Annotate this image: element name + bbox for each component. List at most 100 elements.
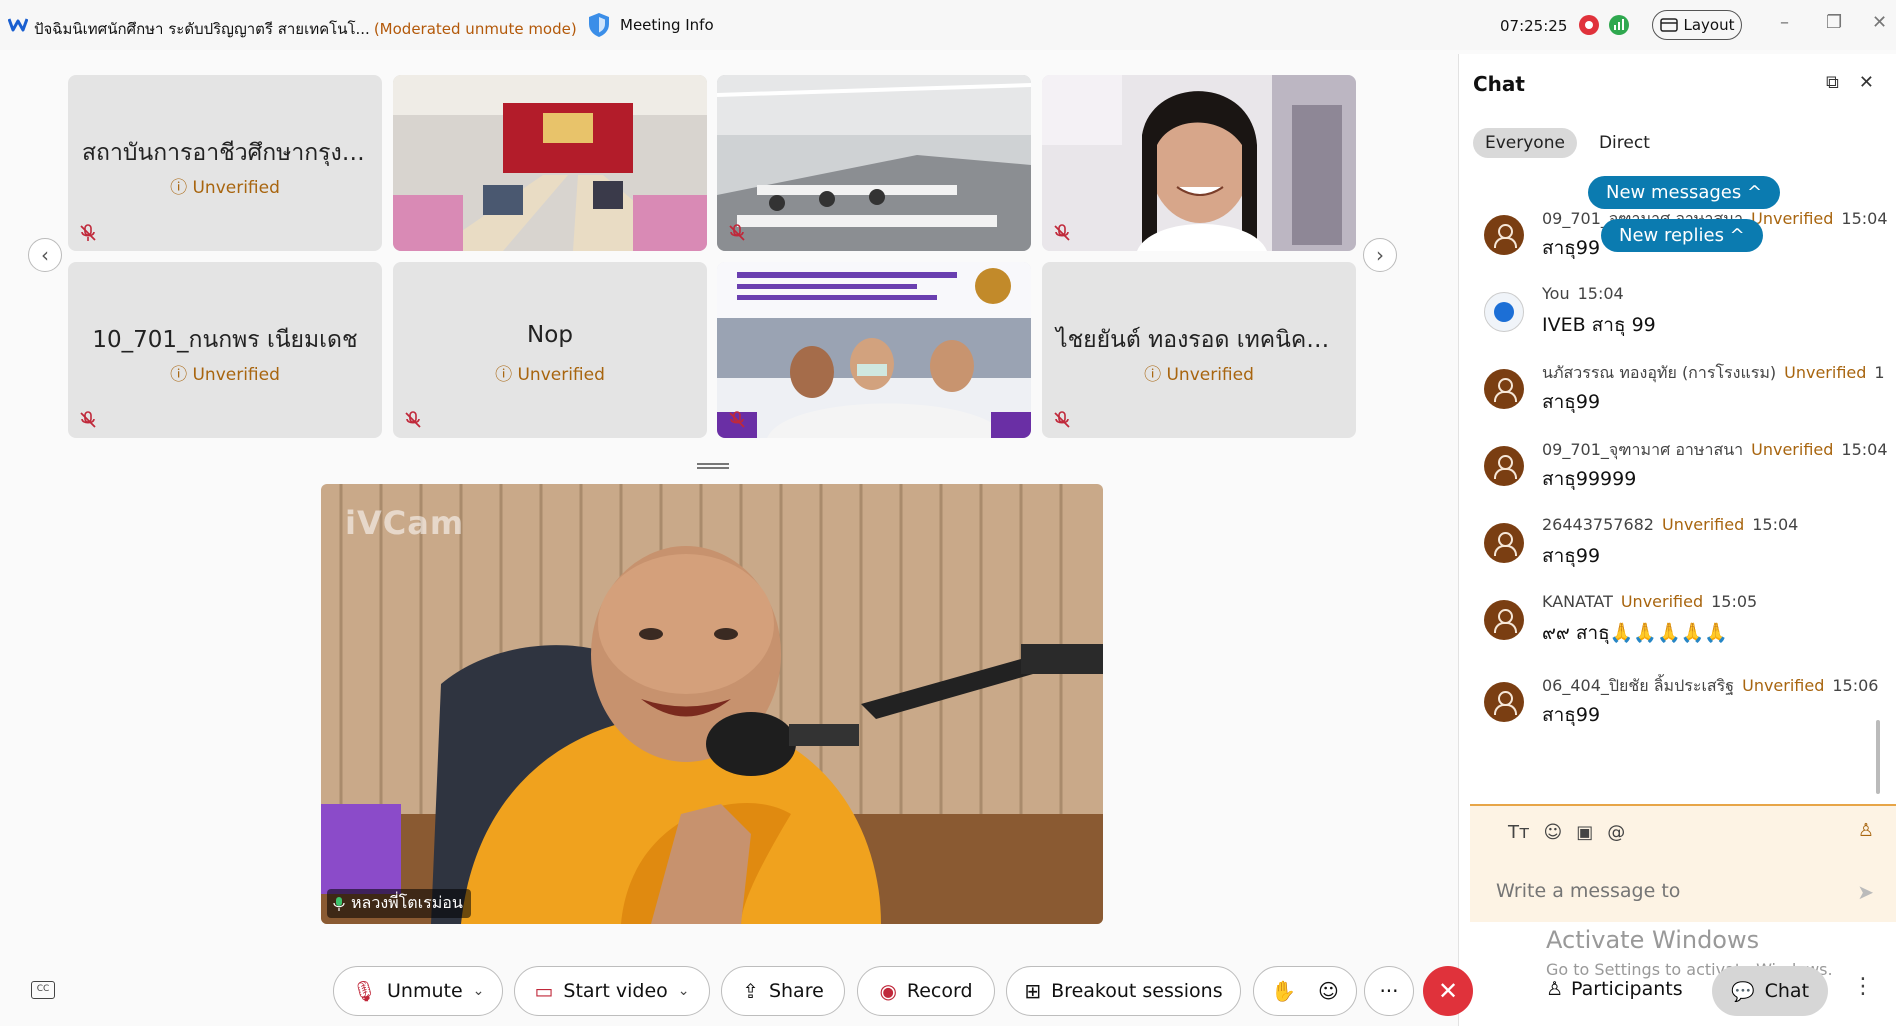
- start-video-label: Start video: [563, 980, 668, 1002]
- minimize-button[interactable]: –: [1780, 12, 1789, 33]
- pop-out-icon[interactable]: ⧉: [1826, 72, 1839, 93]
- leave-meeting-button[interactable]: ✕: [1423, 966, 1473, 1016]
- sender-name: You: [1542, 284, 1570, 303]
- meeting-info-button[interactable]: Meeting Info: [588, 12, 714, 38]
- more-vertical-icon[interactable]: ⋮: [1852, 974, 1874, 999]
- chevron-down-icon[interactable]: ⌄: [473, 983, 485, 999]
- message-time: 1: [1874, 363, 1885, 382]
- layout-button[interactable]: Layout: [1652, 10, 1742, 40]
- participants-button[interactable]: ♙ Participants: [1546, 978, 1683, 1000]
- emoji-icon[interactable]: ☺: [1543, 822, 1562, 843]
- more-dots-icon: ···: [1379, 979, 1399, 1003]
- self-avatar-icon: [1484, 292, 1524, 332]
- record-button[interactable]: ◉ Record: [857, 966, 995, 1016]
- message-header: 09_701_จุฑามาศ อาษาสนา Unverified 15:04: [1542, 438, 1888, 463]
- participant-name: Nop: [527, 322, 573, 348]
- send-icon[interactable]: ➤: [1857, 880, 1874, 904]
- active-speaker-video[interactable]: iVCam หลวงพี่โตเรม่อน: [321, 484, 1103, 924]
- participant-video-tile[interactable]: [717, 75, 1031, 251]
- restore-button[interactable]: ❐: [1826, 12, 1842, 33]
- chevron-right-icon: ›: [1376, 243, 1384, 267]
- record-icon: ◉: [879, 979, 897, 1003]
- participant-video-tile[interactable]: [393, 75, 707, 251]
- network-health-icon[interactable]: [1609, 15, 1629, 35]
- message-header: 26443757682 Unverified 15:04: [1542, 515, 1798, 534]
- mic-muted-icon: [80, 411, 96, 428]
- title-bar: ปัจฉิมนิเทศนักศึกษา ระดับปริญญาตรี สายเท…: [0, 0, 1896, 50]
- student-video: [1042, 75, 1356, 251]
- speaker-name-label: หลวงพี่โตเรม่อน: [327, 889, 471, 918]
- grid-resize-handle[interactable]: [697, 463, 729, 469]
- unmute-button[interactable]: 🎙 Unmute ⌄: [333, 966, 503, 1016]
- chat-label: Chat: [1764, 980, 1810, 1002]
- unverified-label: Unverified: [1751, 440, 1834, 459]
- new-messages-button[interactable]: New messages ^: [1588, 176, 1781, 209]
- unmute-label: Unmute: [387, 980, 463, 1002]
- participants-icon: ♙: [1546, 978, 1564, 1000]
- grid-prev-button[interactable]: ‹: [28, 238, 62, 272]
- tab-direct[interactable]: Direct: [1587, 128, 1662, 158]
- reactions-emoji-icon[interactable]: ☺: [1318, 979, 1339, 1003]
- chat-tabs: Everyone Direct: [1473, 128, 1662, 158]
- unverified-label: Unverified: [1661, 515, 1745, 534]
- chat-composer: Tт ☺ ▣ @ ♙ ➤: [1470, 804, 1896, 922]
- chat-scrollbar[interactable]: [1876, 720, 1880, 794]
- share-button[interactable]: ⇪ Share: [721, 966, 845, 1016]
- chat-message: You 15:04 IVEB สาธุ 99: [1484, 284, 1894, 354]
- webex-logo-icon: [8, 18, 28, 32]
- unverified-label: Unverified: [1784, 363, 1867, 382]
- more-options-button[interactable]: ···: [1364, 966, 1414, 1016]
- message-header: KANATAT Unverified 15:05: [1542, 592, 1757, 611]
- grid-next-button[interactable]: ›: [1363, 238, 1397, 272]
- chevron-down-icon[interactable]: ⌄: [678, 983, 690, 999]
- recording-indicator-icon[interactable]: [1579, 15, 1599, 35]
- chat-message: 26443757682 Unverified 15:04 สาธุ99: [1484, 515, 1894, 585]
- close-window-button[interactable]: ✕: [1872, 12, 1887, 33]
- participant-tile[interactable]: Nop ⓘ Unverified: [393, 262, 707, 438]
- participant-status: ⓘ Unverified: [495, 365, 605, 385]
- sender-name: 06_404_ปิยชัย ลิ้มประเสริฐ: [1542, 676, 1735, 695]
- mic-muted-icon: [405, 411, 421, 428]
- layout-icon: [1659, 18, 1678, 32]
- participant-tile[interactable]: 10_701_กนกพร เนียมเดช ⓘ Unverified: [68, 262, 382, 438]
- participant-video-tile[interactable]: [717, 262, 1031, 438]
- start-video-button[interactable]: ▭ Start video ⌄: [514, 966, 710, 1016]
- close-chat-icon[interactable]: ✕: [1859, 72, 1874, 93]
- chat-header-actions: ⧉ ✕: [1826, 72, 1874, 93]
- new-replies-button[interactable]: New replies ^: [1601, 219, 1763, 252]
- chat-message-input[interactable]: [1496, 880, 1826, 902]
- message-text: ๙๙ สาธุ🙏🙏🙏🙏🙏: [1542, 622, 1729, 644]
- participant-tile[interactable]: สถาบันการอาชีวศึกษากรุงเท... ⓘ Unverifie…: [68, 75, 382, 251]
- mention-person-icon[interactable]: ♙: [1858, 820, 1874, 841]
- closed-captions-icon[interactable]: CC: [31, 981, 55, 999]
- message-text: สาธุ99: [1542, 545, 1601, 567]
- layout-label: Layout: [1683, 16, 1735, 34]
- unverified-label: Unverified: [1742, 676, 1825, 695]
- participant-tile[interactable]: ไชยยันต์ ทองรอด เทคนิคดอ... ⓘ Unverified: [1042, 262, 1356, 438]
- sender-name: KANATAT: [1542, 592, 1613, 611]
- raise-hand-icon[interactable]: ✋: [1271, 979, 1296, 1003]
- unverified-label: Unverified: [192, 178, 280, 198]
- tab-everyone[interactable]: Everyone: [1473, 128, 1577, 158]
- mic-muted-icon: [729, 224, 745, 241]
- participant-video-tile[interactable]: [1042, 75, 1356, 251]
- participant-name: ไชยยันต์ ทองรอด เทคนิคดอ...: [1056, 327, 1356, 353]
- breakout-sessions-button[interactable]: ⊞ Breakout sessions: [1006, 966, 1241, 1016]
- message-header: You 15:04: [1542, 284, 1624, 303]
- unverified-label: Unverified: [192, 365, 280, 385]
- gif-icon[interactable]: ▣: [1576, 822, 1593, 843]
- message-text: สาธุ99: [1542, 237, 1601, 259]
- mention-at-icon[interactable]: @: [1607, 822, 1625, 843]
- mic-muted-icon: [80, 224, 96, 241]
- message-time: 15:06: [1832, 676, 1879, 695]
- breakout-grid-icon: ⊞: [1024, 979, 1042, 1003]
- sender-name: 09_701_จุฑามาศ อาษาสนา: [1542, 440, 1744, 459]
- message-time: 15:04: [1752, 515, 1799, 534]
- unmute-mode-label: (Moderated unmute mode): [373, 20, 577, 38]
- text-format-icon[interactable]: Tт: [1508, 822, 1529, 843]
- meeting-title: ปัจฉิมนิเทศนักศึกษา ระดับปริญญาตรี สายเท…: [34, 20, 370, 38]
- chat-toggle-button[interactable]: 💬 Chat: [1712, 966, 1828, 1016]
- chat-title: Chat: [1473, 72, 1525, 96]
- message-header: นภัสวรรณ ทองอุทัย (การโรงแรม) Unverified 1: [1542, 361, 1885, 386]
- avatar-icon: [1484, 600, 1524, 640]
